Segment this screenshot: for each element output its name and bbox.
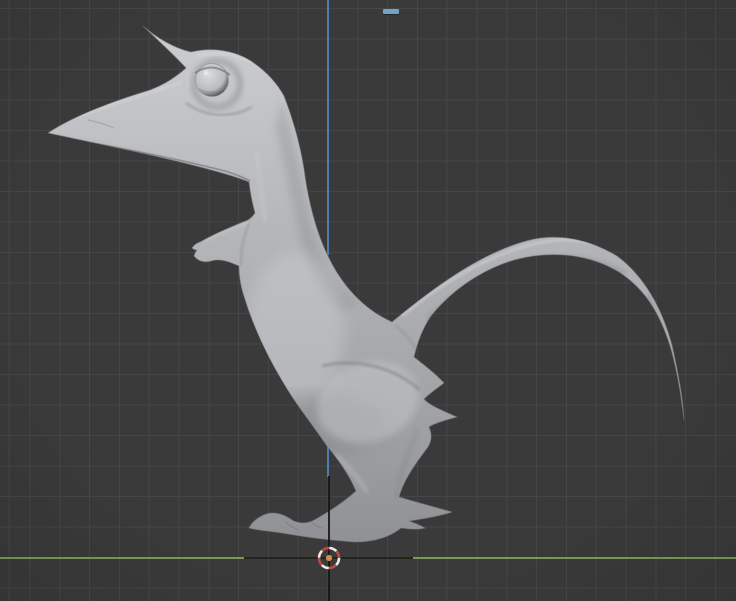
creature-silhouette[interactable] — [48, 26, 684, 542]
cursor-3d[interactable] — [312, 541, 346, 575]
cursor-center-dot — [325, 554, 333, 562]
cursor-crosshair-vertical — [328, 476, 330, 601]
model-creature[interactable] — [0, 0, 736, 601]
eye-highlight — [203, 70, 209, 76]
3d-viewport[interactable] — [0, 0, 736, 601]
collapsed-header-indicator[interactable] — [383, 9, 399, 14]
